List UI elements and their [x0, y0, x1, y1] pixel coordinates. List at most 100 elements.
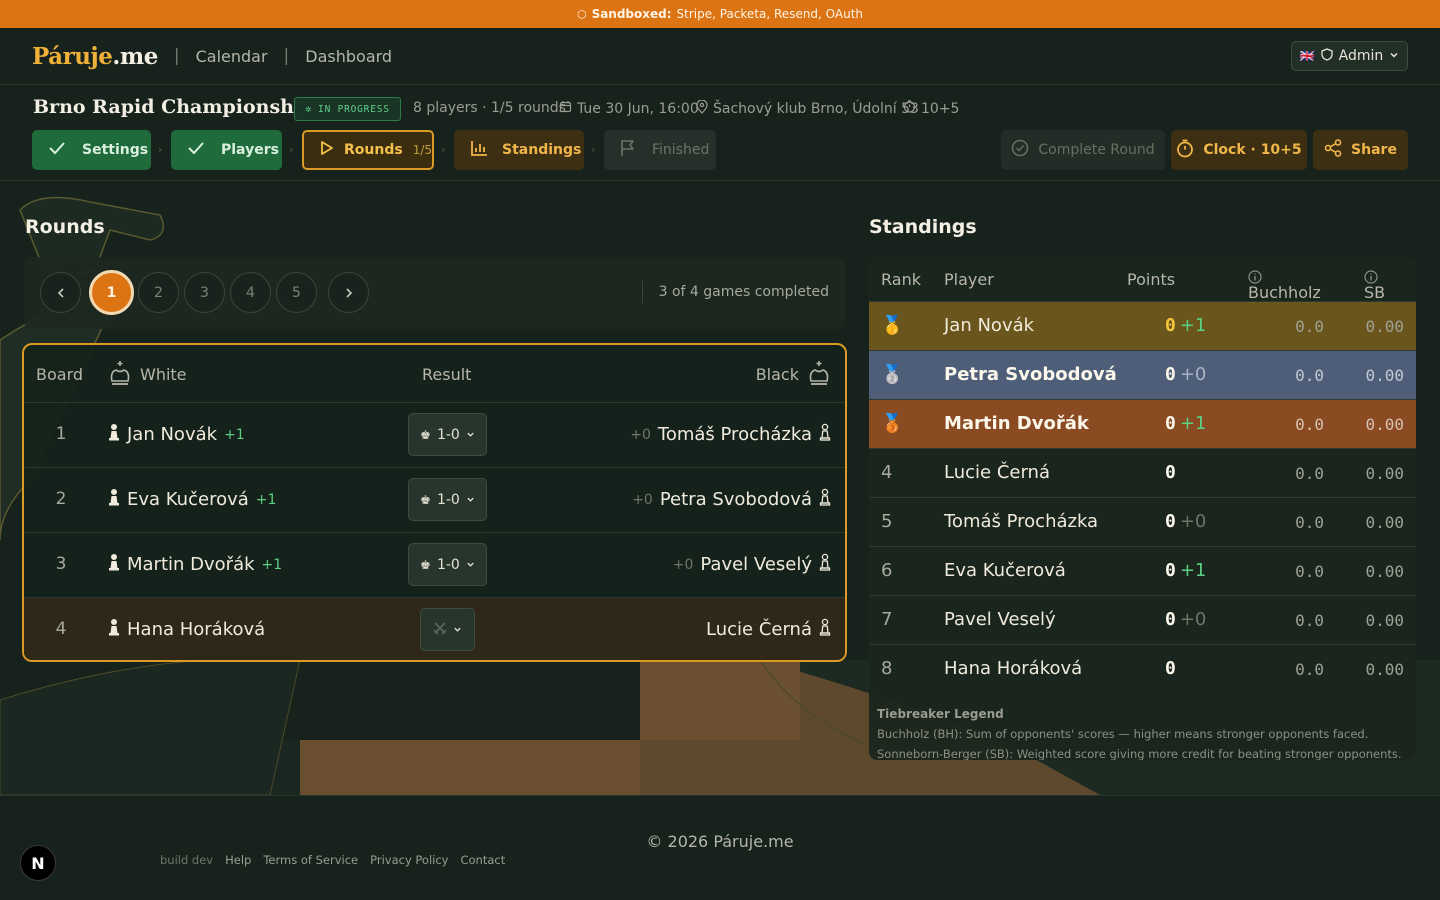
nav-link-calendar[interactable]: Calendar	[196, 47, 268, 66]
check-circle-icon	[1011, 139, 1029, 161]
player-name: Lucie Černá	[944, 462, 1050, 483]
result-select[interactable]: ♚ 1-0	[408, 543, 487, 586]
step-finished[interactable]: Finished	[604, 130, 716, 170]
player-sb: 0.00	[1365, 562, 1404, 581]
time-control-info: 10+5	[903, 100, 959, 117]
footer-link-contact[interactable]: Contact	[460, 853, 505, 867]
king-icon: ♚	[420, 492, 431, 507]
points-header: Points	[1127, 270, 1176, 289]
standings-row: 7 Pavel Veselý 0 +0 0.0 0.00	[869, 595, 1416, 644]
legend-buchholz: Buchholz (BH): Sum of opponents' scores …	[877, 727, 1369, 741]
round-2-button[interactable]: 2	[138, 272, 179, 313]
king-icon: ♚	[420, 427, 431, 442]
player-buchholz: 0.0	[1295, 660, 1324, 679]
result-select[interactable]: ♚ 1-0	[408, 478, 487, 521]
step-players[interactable]: Players	[171, 130, 282, 170]
player-points: 0 +0	[1165, 511, 1207, 532]
admin-label: Admin	[1338, 48, 1384, 64]
check-icon	[187, 141, 205, 159]
player-rank: 6	[881, 560, 893, 581]
clock-button[interactable]: Clock · 10+5	[1171, 130, 1307, 170]
nav-link-dashboard[interactable]: Dashboard	[305, 47, 392, 66]
player-points: 0	[1165, 462, 1176, 483]
white-header: White	[140, 365, 187, 384]
location-info: Šachový klub Brno, Údolní 53	[696, 99, 919, 118]
white-pawn-icon	[108, 553, 120, 576]
chevron-right-icon	[345, 287, 352, 298]
player-rank: 5	[881, 511, 893, 532]
player-sb: 0.00	[1365, 611, 1404, 630]
white-player: Hana Horáková	[108, 618, 265, 641]
standings-row: 🥉 Martin Dvořák 0 +1 0.0 0.00	[869, 399, 1416, 448]
player-name: Jan Novák	[944, 315, 1035, 336]
black-king-icon	[807, 359, 831, 391]
white-pawn-icon	[108, 618, 120, 641]
bar-chart-icon	[470, 140, 488, 160]
board-number: 3	[55, 554, 67, 574]
footer-link-terms[interactable]: Terms of Service	[263, 853, 358, 867]
player-points: 0 +1	[1165, 315, 1207, 336]
result-select[interactable]	[420, 608, 475, 651]
sb-header[interactable]: SB	[1364, 270, 1385, 302]
result-select[interactable]: ♚ 1-0	[408, 413, 487, 456]
footer-link-privacy[interactable]: Privacy Policy	[370, 853, 448, 867]
player-rank: 4	[881, 462, 893, 483]
white-player: Eva Kučerová +1	[108, 488, 276, 511]
player-name: Tomáš Procházka	[944, 511, 1099, 532]
prev-round-button[interactable]	[40, 272, 81, 313]
step-settings[interactable]: Settings	[32, 130, 151, 170]
rounds-title: Rounds	[25, 216, 105, 238]
player-name: Hana Horáková	[944, 658, 1083, 679]
round-5-button[interactable]: 5	[276, 272, 317, 313]
standings-row: 8 Hana Horáková 0 0.0 0.00	[869, 644, 1416, 693]
flag-icon: 🇬🇧	[1299, 49, 1315, 63]
black-pawn-icon	[819, 618, 831, 641]
admin-menu-button[interactable]: 🇬🇧 Admin	[1291, 41, 1408, 71]
chevron-down-icon	[467, 497, 474, 502]
players-rounds-info: 8 players · 1/5 rounds	[413, 100, 566, 116]
player-sb: 0.00	[1365, 415, 1404, 434]
info-icon	[1364, 270, 1378, 284]
player-name: Martin Dvořák	[944, 413, 1089, 434]
complete-round-button[interactable]: Complete Round	[1001, 130, 1165, 170]
black-pawn-icon	[819, 553, 831, 576]
player-name: Petra Svobodová	[944, 364, 1117, 385]
sandbox-services: Stripe, Packeta, Resend, OAuth	[676, 7, 864, 21]
round-3-button[interactable]: 3	[184, 272, 225, 313]
status-badge: ✲ IN PROGRESS	[294, 97, 401, 121]
swords-icon	[433, 621, 447, 639]
player-buchholz: 0.0	[1295, 562, 1324, 581]
dev-tools-badge[interactable]: N	[20, 845, 56, 881]
top-navigation: Páruje.me | Calendar | Dashboard 🇬🇧 Admi…	[0, 28, 1440, 85]
black-header: Black	[755, 365, 799, 384]
round-1-button[interactable]: 1	[89, 270, 134, 315]
buchholz-header[interactable]: Buchholz	[1248, 270, 1321, 302]
black-pawn-icon	[819, 488, 831, 511]
footer-link-help[interactable]: Help	[225, 853, 251, 867]
player-points: 0 +1	[1165, 560, 1207, 581]
info-icon	[1248, 270, 1262, 284]
step-rounds[interactable]: Rounds 1/5	[302, 130, 434, 170]
play-icon	[320, 140, 334, 160]
board-number: 4	[55, 619, 67, 639]
app-logo[interactable]: Páruje.me	[32, 43, 158, 70]
player-rank: 7	[881, 609, 893, 630]
bronze-medal-icon: 🥉	[881, 413, 904, 434]
next-round-button[interactable]	[328, 272, 369, 313]
build-info: build dev	[160, 853, 214, 867]
sandbox-label: Sandboxed:	[591, 7, 672, 21]
player-points: 0 +1	[1165, 413, 1207, 434]
pairing-row: 2 Eva Kučerová +1 ♚ 1-0 +0 Petra Svobodo…	[24, 467, 845, 532]
player-points: 0 +0	[1165, 364, 1207, 385]
legend-sb: Sonneborn-Berger (SB): Weighted score gi…	[877, 747, 1402, 760]
player-buchholz: 0.0	[1295, 415, 1324, 434]
player-buchholz: 0.0	[1295, 513, 1324, 532]
tournament-title: Brno Rapid Championship	[33, 96, 315, 118]
player-buchholz: 0.0	[1295, 366, 1324, 385]
round-4-button[interactable]: 4	[230, 272, 271, 313]
player-sb: 0.00	[1365, 513, 1404, 532]
step-standings[interactable]: Standings	[454, 130, 584, 170]
copyright: © 2026 Páruje.me	[646, 832, 794, 851]
player-sb: 0.00	[1365, 317, 1404, 336]
share-button[interactable]: Share	[1313, 130, 1408, 170]
